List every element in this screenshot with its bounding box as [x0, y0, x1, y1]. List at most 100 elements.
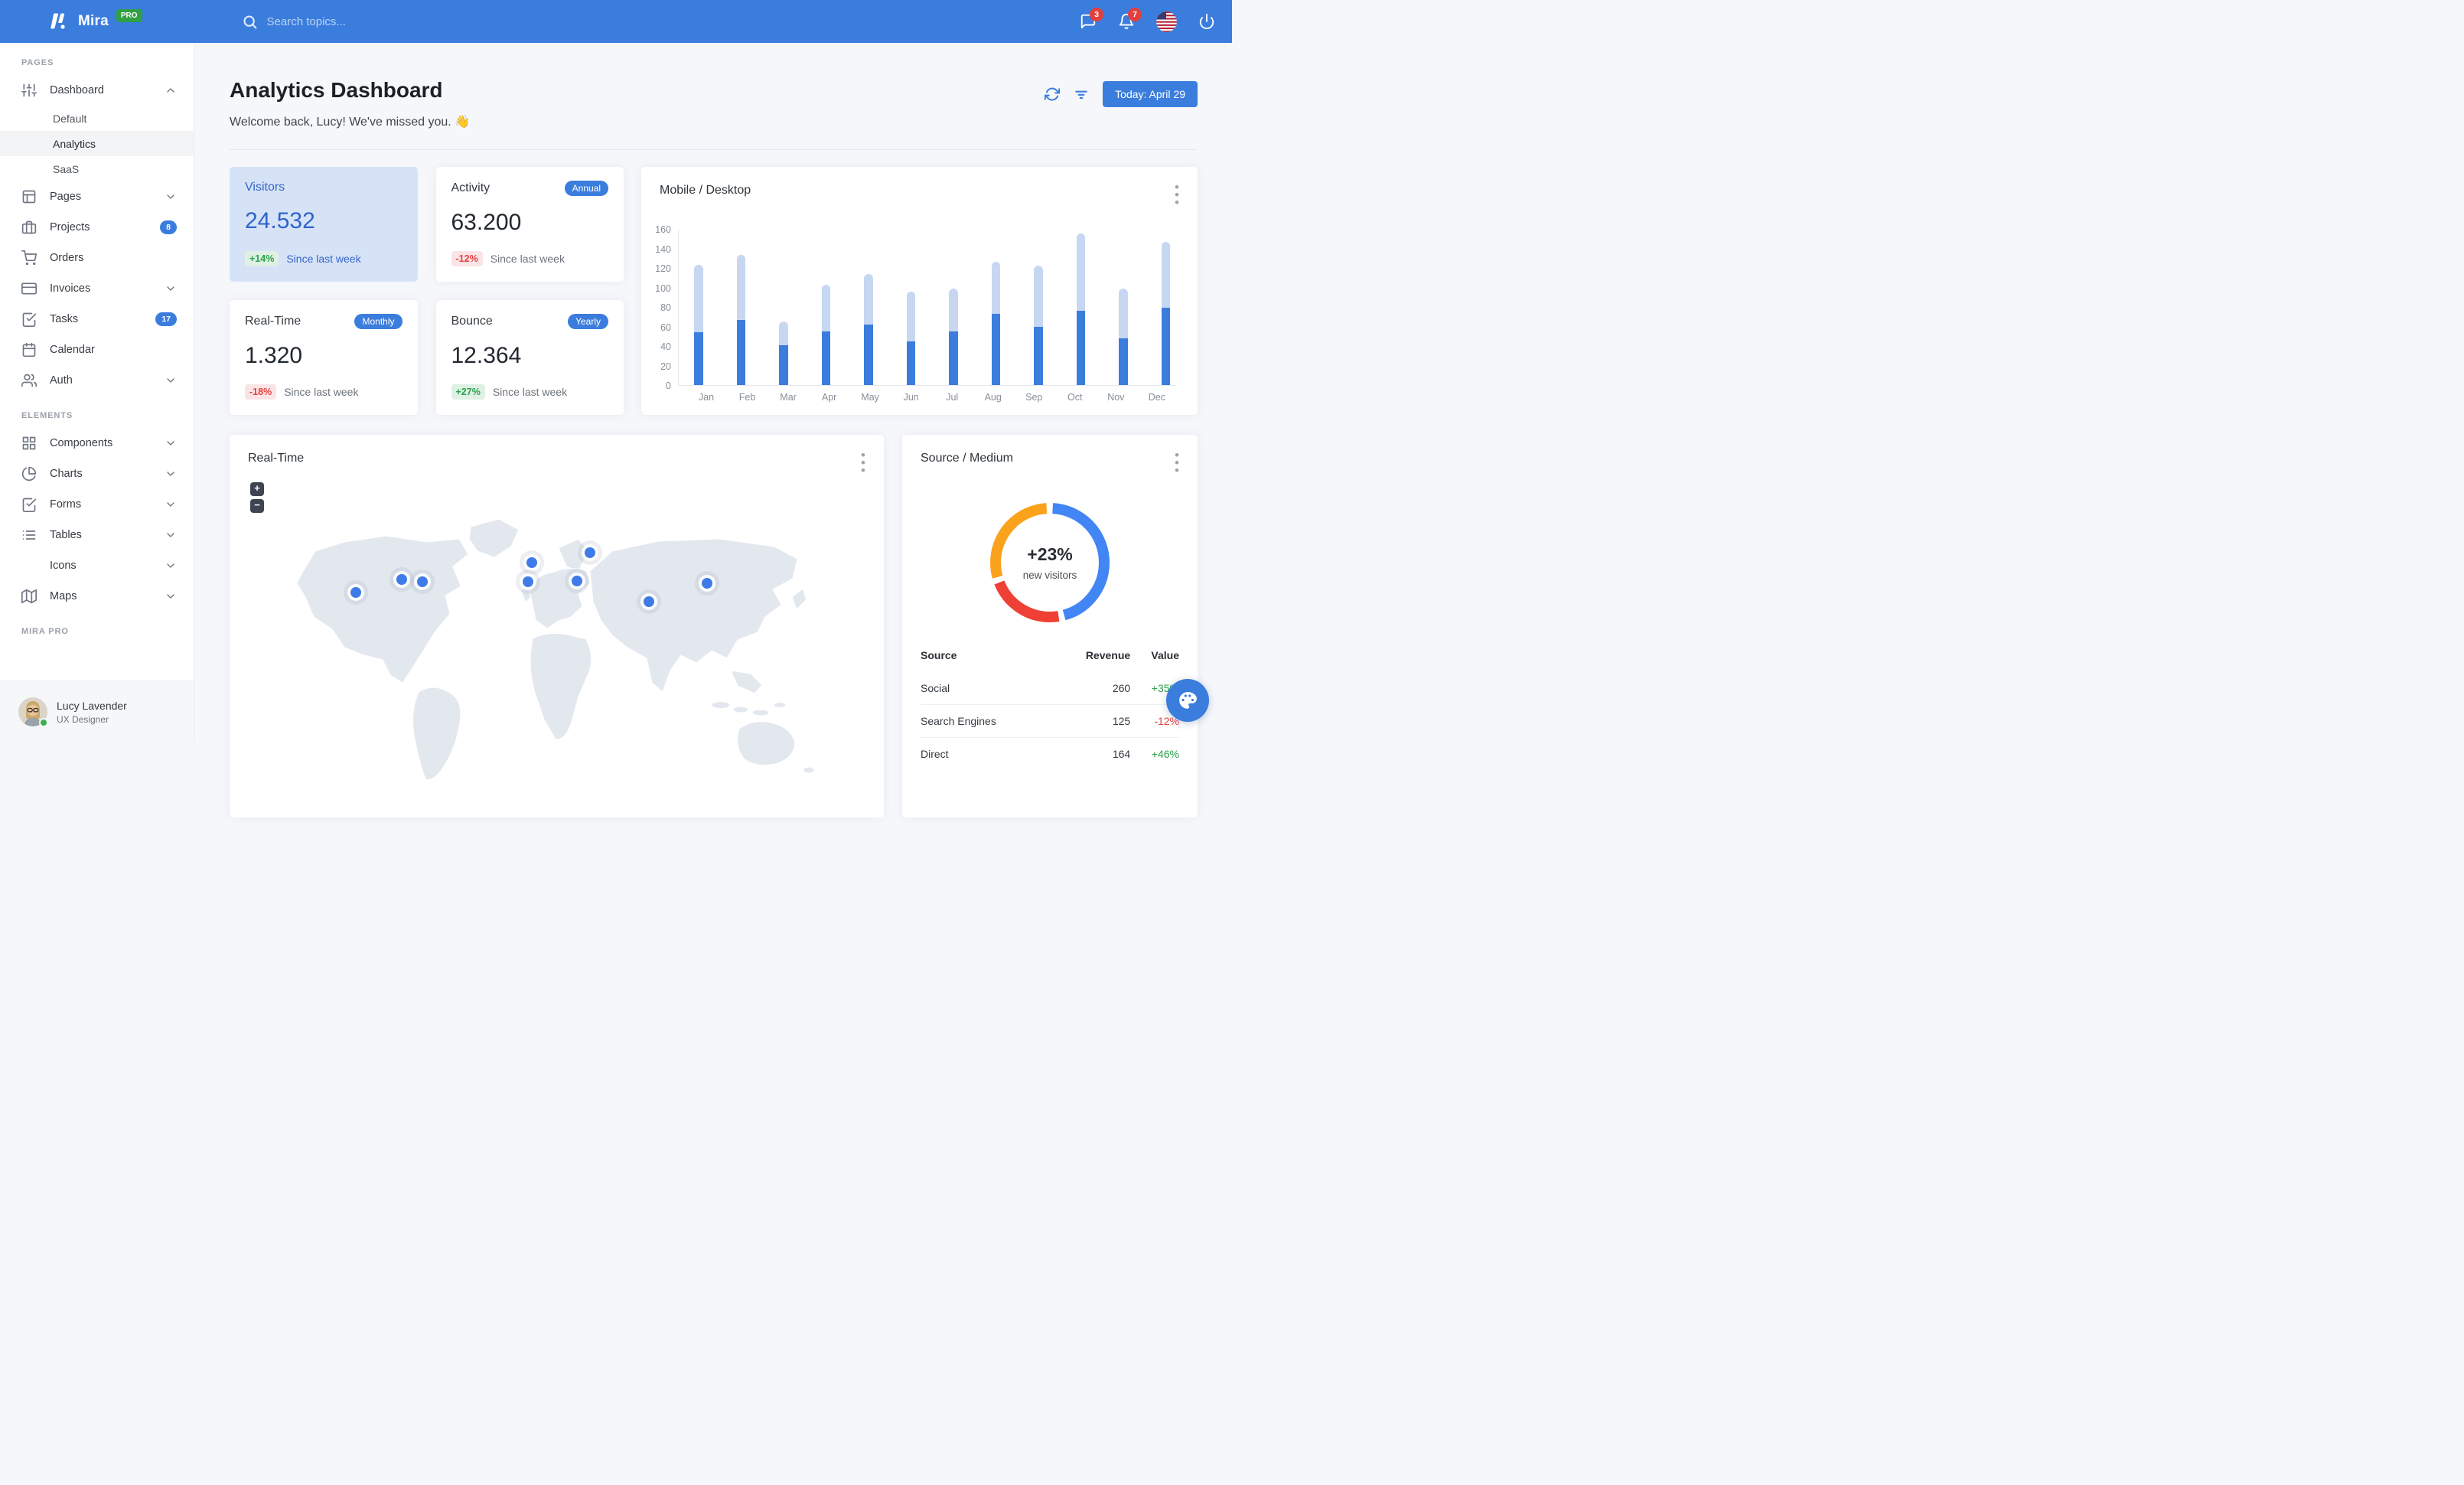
grid-icon — [22, 436, 36, 450]
bar-chart: 0 20 40 60 80 100 120 140 160 — [655, 224, 1176, 391]
stat-period-badge: Annual — [564, 181, 608, 196]
x-axis-label: Sep — [1025, 392, 1043, 403]
bar-jan — [694, 230, 703, 385]
chevron-down-icon — [167, 194, 174, 199]
table-row: Search Engines 125 -12% — [921, 704, 1179, 738]
sidebar-section-label: PAGES — [21, 58, 54, 67]
stat-delta-chip: +14% — [245, 251, 279, 266]
sidebar-item-charts[interactable]: Charts — [0, 459, 194, 489]
header-divider — [230, 149, 1198, 150]
chevron-down-icon — [165, 590, 177, 602]
bar-jun — [906, 230, 915, 385]
chevron-down-icon — [165, 282, 177, 295]
sidebar-item-maps[interactable]: Maps — [0, 581, 194, 612]
donut-chart: +23% new visitors — [989, 502, 1110, 623]
donut-center-value: +23% — [1027, 544, 1073, 564]
brand[interactable]: Mira PRO — [47, 8, 142, 32]
power-icon — [1199, 13, 1214, 30]
filter-button[interactable] — [1074, 86, 1089, 102]
map-zoom-out-button[interactable]: − — [250, 499, 264, 513]
world-map: + − — [230, 468, 884, 818]
sidebar-item-components[interactable]: Components — [0, 428, 194, 459]
layout-icon — [22, 190, 36, 204]
pie-chart-icon — [21, 466, 37, 481]
sidebar-item-tasks[interactable]: Tasks 17 — [0, 304, 194, 335]
logout-button[interactable] — [1198, 13, 1215, 30]
bar-dec — [1161, 230, 1170, 385]
search-icon — [243, 15, 256, 28]
sidebar-section-label: MIRA PRO — [21, 627, 69, 636]
x-axis-label: May — [861, 392, 879, 403]
sidebar-item-invoices[interactable]: Invoices — [0, 273, 194, 304]
stat-period-badge: Yearly — [568, 314, 608, 329]
stats-grid: Visitors 24.532 +14% Since last week Activit… — [230, 167, 624, 415]
chevron-down-icon — [165, 374, 177, 387]
language-flag-us[interactable] — [1156, 11, 1177, 32]
sidebar-item-pages[interactable]: Pages — [0, 181, 194, 212]
sidebar-user-footer[interactable]: Lucy Lavender UX Designer — [0, 680, 194, 742]
sidebar-item-icons[interactable]: undefinedIcons — [0, 550, 194, 581]
chevron-up-icon — [165, 84, 177, 96]
sidebar-item-forms[interactable]: Forms — [0, 489, 194, 520]
sidebar-item-auth[interactable]: Auth — [0, 365, 194, 396]
bar-aug — [991, 230, 1000, 385]
map-zoom-in-button[interactable]: + — [250, 482, 264, 496]
world-map-svg — [296, 518, 815, 781]
chevron-down-icon — [167, 378, 174, 383]
x-axis-label: Jun — [903, 392, 919, 403]
map-marker-beijing — [702, 578, 712, 589]
chevron-down-icon — [167, 563, 174, 568]
stat-delta-chip: +27% — [451, 384, 485, 400]
source-medium-title: Source / Medium — [921, 452, 1013, 465]
navbar-search — [242, 14, 435, 30]
sidebar-item-calendar[interactable]: Calendar — [0, 335, 194, 365]
chevron-up-icon — [167, 88, 174, 93]
x-axis-label: Mar — [780, 392, 797, 403]
stat-value: 12.364 — [451, 343, 522, 368]
chevron-down-icon — [167, 502, 174, 507]
online-status-dot — [39, 718, 48, 727]
refresh-button[interactable] — [1045, 86, 1061, 102]
sidebar-item-projects[interactable]: Projects 8 — [0, 212, 194, 243]
sidebar-subitem-analytics[interactable]: Analytics — [0, 131, 194, 156]
shopping-cart-icon — [21, 250, 37, 266]
users-icon — [21, 374, 37, 387]
stat-caption: Since last week — [284, 386, 359, 398]
map-marker-new-york — [417, 576, 428, 587]
stat-title: Real-Time — [245, 315, 301, 328]
chevron-down-icon — [165, 529, 177, 541]
map-marker-moscow — [585, 547, 595, 558]
stat-card-bounce: Bounce Yearly 12.364 +27% Since last week — [435, 300, 624, 415]
messages-button[interactable]: 3 — [1080, 8, 1103, 30]
sidebar-subitem-default[interactable]: Default — [0, 106, 194, 131]
stat-title: Bounce — [451, 315, 493, 328]
y-axis-tick: 20 — [660, 361, 671, 372]
theme-settings-button[interactable] — [1166, 679, 1209, 722]
notifications-button[interactable]: 7 — [1118, 8, 1142, 30]
stat-title: Visitors — [245, 181, 285, 194]
x-axis-label: Apr — [821, 392, 837, 403]
stat-card-visitors: Visitors 24.532 +14% Since last week — [230, 167, 418, 282]
stat-delta-chip: -18% — [245, 384, 277, 400]
sidebar-item-orders[interactable]: Orders — [0, 243, 194, 273]
cell-revenue: 260 — [1112, 682, 1131, 694]
sidebar-item-dashboard[interactable]: Dashboard — [0, 75, 194, 106]
sidebar-item-tables[interactable]: Tables — [0, 520, 194, 550]
stat-period-badge: Monthly — [354, 314, 403, 329]
check-square-icon — [22, 498, 37, 512]
chart-menu-button[interactable]: • • • — [1175, 181, 1179, 209]
bar-mar — [779, 230, 788, 385]
chevron-down-icon — [167, 286, 174, 291]
page-title: Analytics Dashboard — [230, 78, 443, 102]
bar-sep — [1034, 230, 1043, 385]
bar-oct — [1076, 230, 1085, 385]
stat-caption: Since last week — [492, 386, 568, 398]
mira-logo-icon — [51, 13, 65, 29]
map-marker-chicago — [396, 574, 407, 585]
map-marker-istanbul — [572, 576, 582, 586]
search-input[interactable] — [266, 15, 435, 28]
sidebar-subitem-saas[interactable]: SaaS — [0, 156, 194, 181]
today-date-button[interactable]: Today: April 29 — [1103, 81, 1198, 107]
source-menu-button[interactable]: • • • — [1175, 449, 1179, 477]
col-revenue: Revenue — [1085, 649, 1131, 661]
